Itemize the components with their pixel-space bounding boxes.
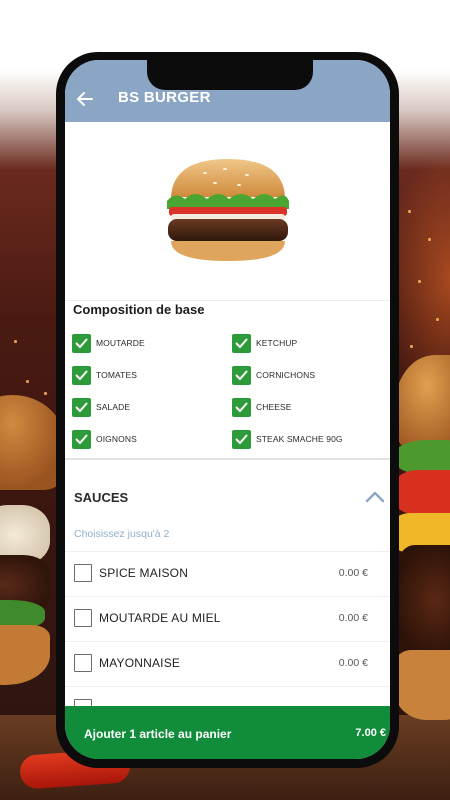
sauce-price: 0.00 € [338, 567, 368, 579]
cart-price: 7.00 € [355, 727, 386, 739]
section-divider [65, 458, 390, 460]
ingredient-label: STEAK SMACHE 90G [256, 434, 343, 444]
spark [436, 318, 439, 321]
back-button[interactable] [71, 86, 99, 112]
ingredient-checkbox[interactable]: KETCHUP [232, 333, 297, 353]
spark [410, 345, 413, 348]
spark [26, 380, 29, 383]
ingredient-checkbox[interactable]: TOMATES [72, 365, 137, 385]
sauces-header[interactable]: SAUCES [65, 480, 390, 510]
ingredient-label: TOMATES [96, 370, 138, 380]
ingredient-label: MOUTARDE [96, 338, 145, 348]
check-icon [232, 333, 251, 353]
section-title: SAUCES [74, 490, 129, 505]
spark [14, 340, 17, 343]
add-to-cart-label: Ajouter 1 article au panier [84, 727, 232, 741]
page-title: BS BURGER [118, 89, 211, 106]
chevron-up-icon [365, 491, 385, 503]
check-icon [72, 365, 91, 385]
sauce-option[interactable]: MAYONNAISE 0.00 € [65, 641, 390, 686]
ingredient-label: SALADE [96, 402, 131, 412]
phone-notch [147, 60, 313, 90]
sauce-label: MOUTARDE AU MIEL [99, 611, 221, 625]
burger-right-decor [395, 355, 450, 725]
composition-section: Composition de base MOUTARDE KETCHUP TOM… [65, 300, 390, 458]
product-image [65, 122, 390, 300]
spark [428, 238, 431, 241]
sauce-checkbox[interactable] [74, 609, 92, 627]
ingredient-checkbox[interactable]: CHEESE [232, 397, 292, 417]
phone-frame: BS BURGER Composition de base MOUTARDE K… [56, 52, 399, 768]
sauce-price: 0.00 € [338, 612, 368, 624]
ingredient-checkbox[interactable]: MOUTARDE [72, 333, 145, 353]
app-screen: BS BURGER Composition de base MOUTARDE K… [65, 60, 390, 759]
section-title: Composition de base [73, 302, 205, 317]
burger-image [166, 159, 289, 261]
collapse-button[interactable] [363, 488, 387, 506]
ingredient-label: OIGNONS [96, 434, 137, 444]
spark [418, 280, 421, 283]
check-icon [232, 429, 251, 449]
selection-hint: Choisissez jusqu'à 2 [74, 528, 170, 540]
check-icon [232, 365, 251, 385]
arrow-left-icon [77, 92, 93, 106]
sauce-label: MAYONNAISE [99, 656, 181, 670]
ingredient-label: KETCHUP [256, 338, 298, 348]
spark [408, 210, 411, 213]
ingredient-label: CHEESE [256, 402, 292, 412]
ingredient-checkbox[interactable]: STEAK SMACHE 90G [232, 429, 343, 449]
check-icon [72, 397, 91, 417]
sauce-price: 0.00 € [338, 657, 368, 669]
ingredient-checkbox[interactable]: CORNICHONS [232, 365, 315, 385]
ingredient-label: CORNICHONS [256, 370, 316, 380]
add-to-cart-button[interactable]: Ajouter 1 article au panier 7.00 € [65, 706, 390, 759]
check-icon [232, 397, 251, 417]
ingredient-checkbox[interactable]: SALADE [72, 397, 130, 417]
sauce-option[interactable]: SPICE MAISON 0.00 € [65, 551, 390, 596]
sauce-label: SPICE MAISON [99, 566, 189, 580]
ingredient-checkbox[interactable]: OIGNONS [72, 429, 137, 449]
sauce-checkbox[interactable] [74, 654, 92, 672]
check-icon [72, 429, 91, 449]
check-icon [72, 333, 91, 353]
sauce-checkbox[interactable] [74, 564, 92, 582]
sauce-option[interactable]: MOUTARDE AU MIEL 0.00 € [65, 596, 390, 641]
